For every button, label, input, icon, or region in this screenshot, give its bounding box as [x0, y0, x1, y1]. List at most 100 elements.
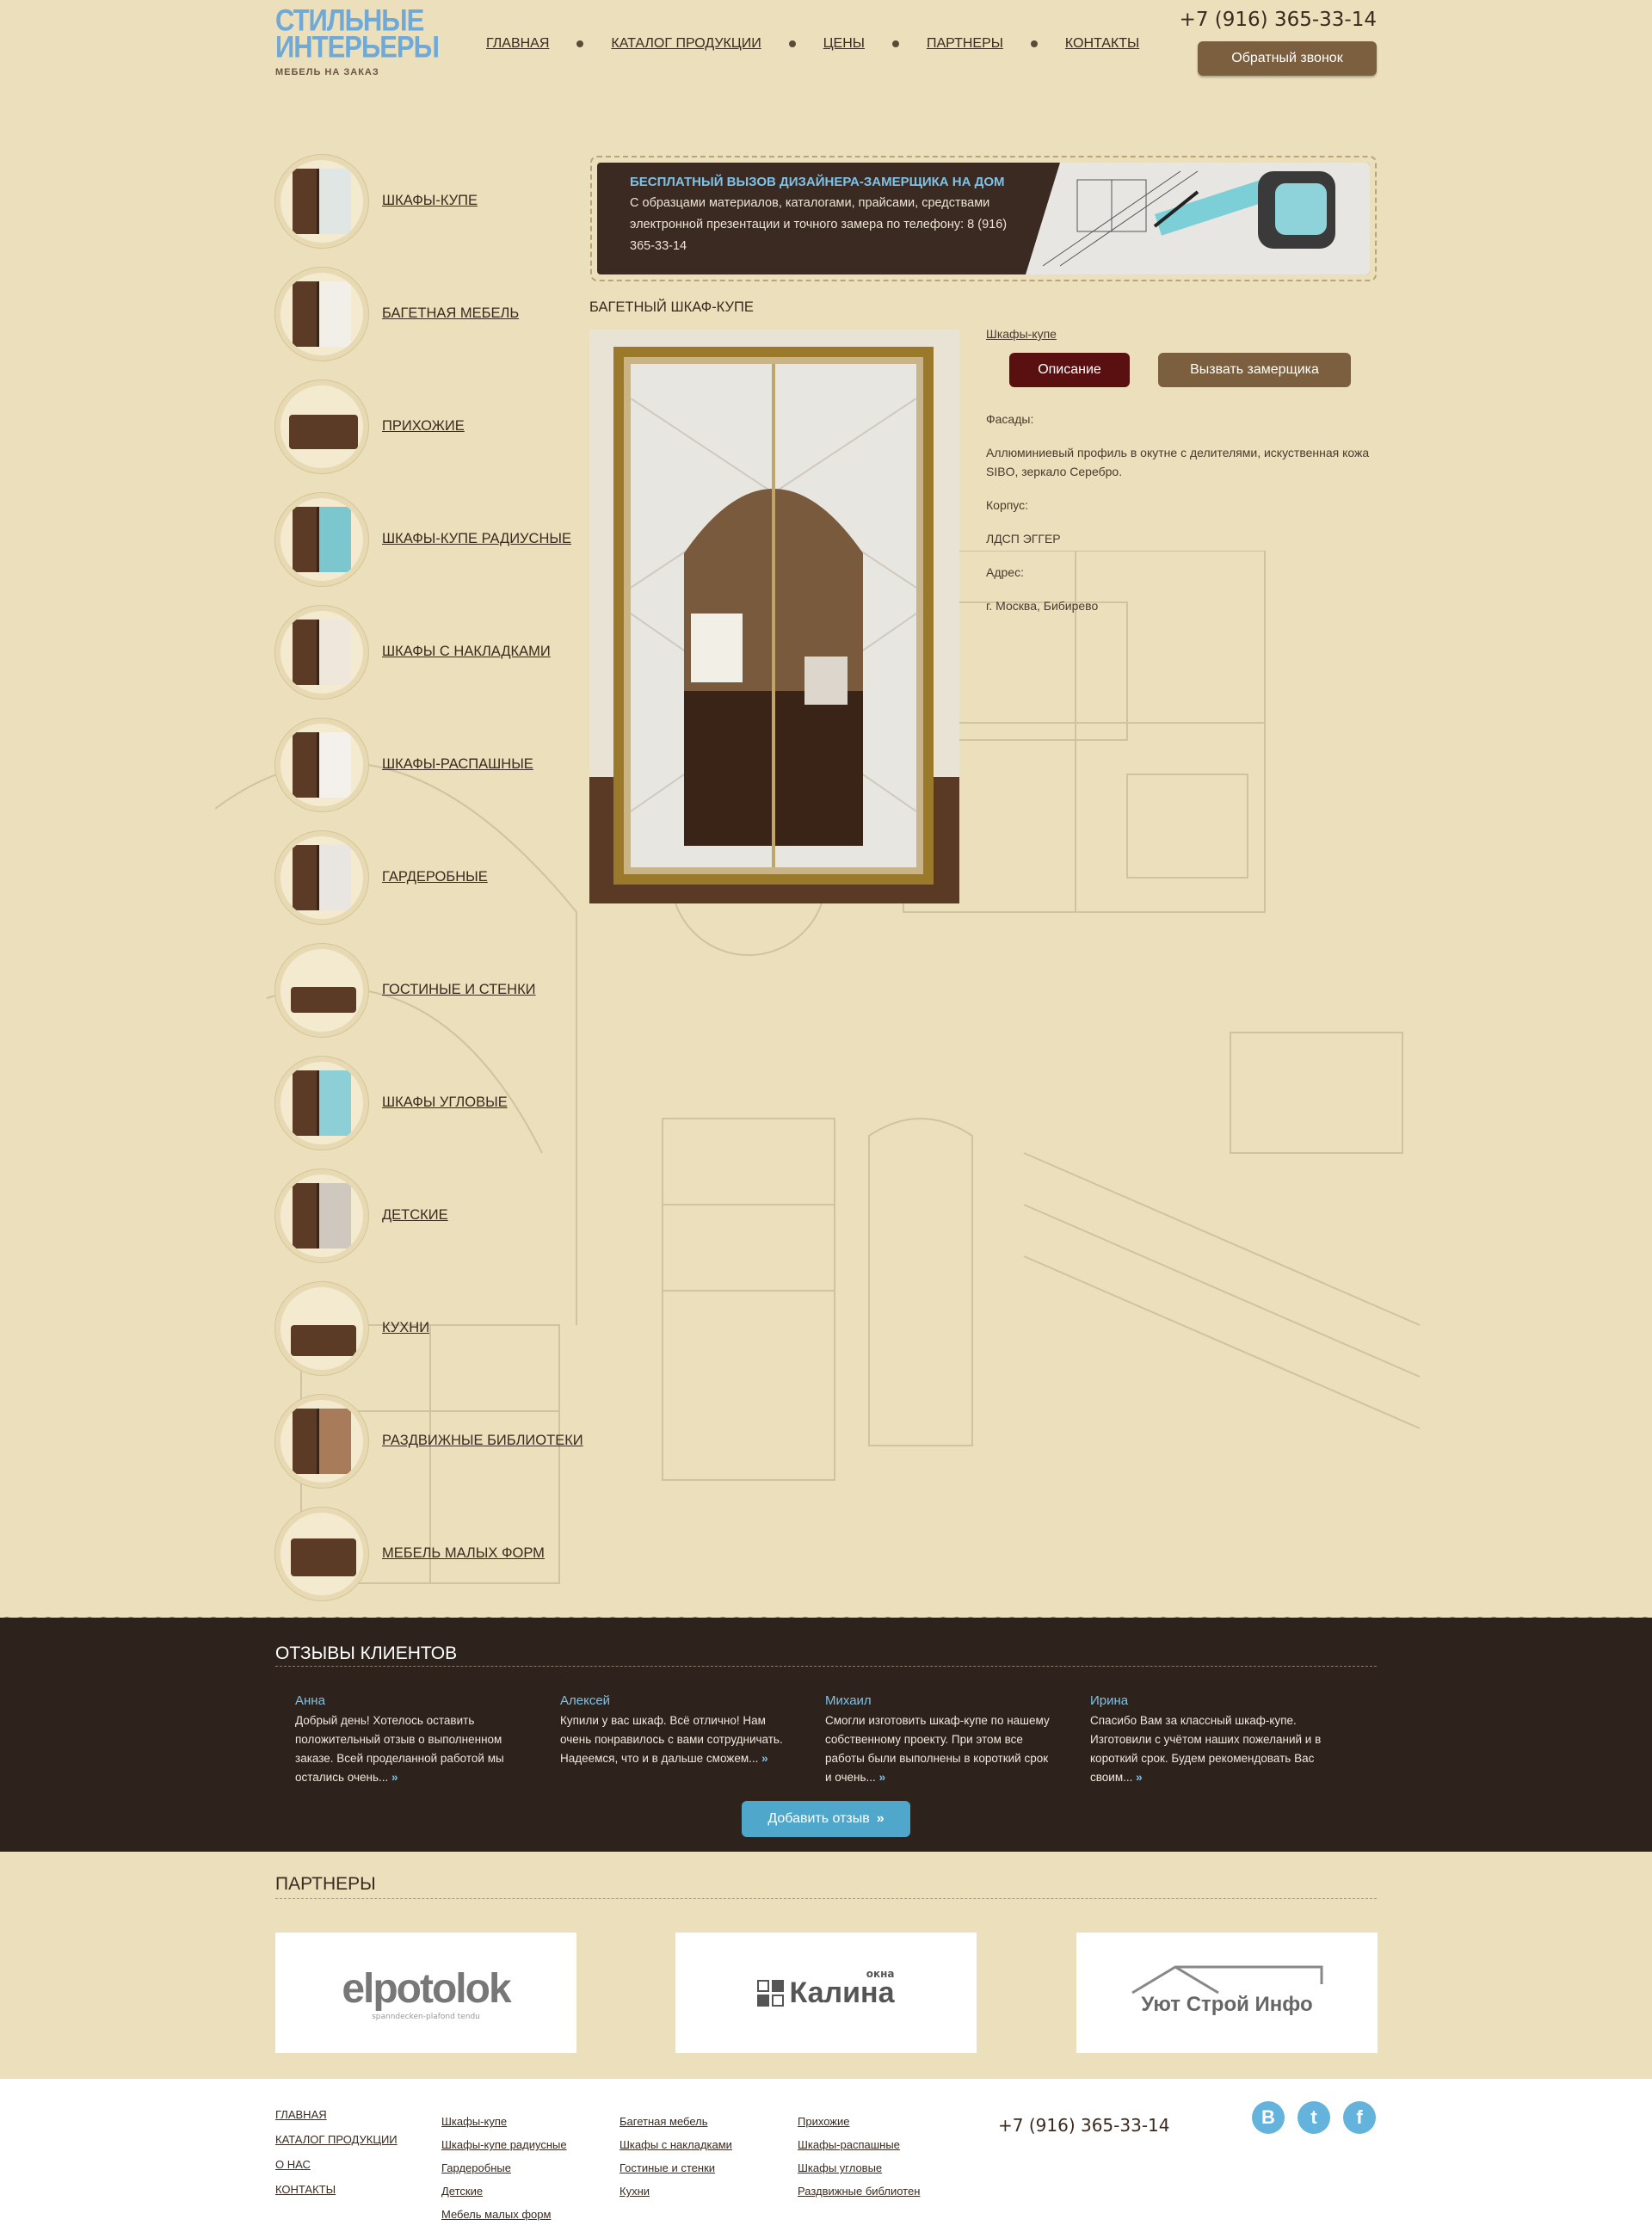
site-logo[interactable]: Стильные Интерьеры мебель на заказ — [275, 5, 440, 77]
category-dressing-rooms[interactable]: Гардеробные — [275, 821, 585, 934]
footer-link-home[interactable]: Главная — [275, 2108, 398, 2121]
product-photo[interactable] — [589, 330, 959, 903]
category-baguette[interactable]: Багетная мебель — [275, 257, 585, 370]
small-furniture-icon — [275, 1507, 368, 1600]
footer-link[interactable]: Раздвижные библиотен — [798, 2185, 920, 2198]
category-kitchens[interactable]: Кухни — [275, 1272, 585, 1384]
product-properties: Фасады: Аллюминиевый профиль в окутне с … — [986, 410, 1377, 615]
baguette-furniture-icon — [275, 267, 368, 361]
partner-name: Калина — [789, 1976, 895, 2009]
site-header: Стильные Интерьеры мебель на заказ Главн… — [275, 0, 1377, 95]
footer-link[interactable]: Детские — [441, 2185, 567, 2198]
main-nav: Главная Каталог продукции Цены Партнеры … — [486, 36, 1139, 52]
nav-catalog[interactable]: Каталог продукции — [611, 36, 761, 52]
header-phone[interactable]: +7 (916) 365-33-14 — [1180, 9, 1377, 31]
category-label[interactable]: Шкафы-распашные — [382, 756, 533, 773]
category-label[interactable]: Шкафы-купе радиусные — [382, 531, 571, 547]
footer-link[interactable]: Гардеробные — [441, 2161, 567, 2174]
product-tabs: Описание Вызвать замерщика — [1009, 353, 1377, 387]
banner-text: С образцами материалов, каталогами, прай… — [630, 196, 1008, 253]
category-label[interactable]: Багетная мебель — [382, 305, 519, 322]
review-card: Анна Добрый день! Хотелось оставить поло… — [295, 1693, 527, 1787]
kids-room-icon — [275, 1168, 368, 1262]
footer-phone[interactable]: +7 (916) 365-33-14 — [998, 2115, 1169, 2136]
dressing-room-icon — [275, 830, 368, 924]
wardrobe-icon — [275, 154, 368, 248]
nav-separator — [788, 40, 796, 47]
footer-link-contacts[interactable]: Контакты — [275, 2183, 398, 2196]
category-kids[interactable]: Детские — [275, 1159, 585, 1272]
body-label: Корпус: — [986, 498, 1029, 512]
category-living-rooms[interactable]: Гостиные и стенки — [275, 934, 585, 1046]
footer-link[interactable]: Шкафы-купе — [441, 2115, 567, 2128]
footer-link[interactable]: Шкафы угловые — [798, 2161, 920, 2174]
living-room-icon — [275, 943, 368, 1037]
site-footer: Главная Каталог продукции О нас Контакты… — [0, 2079, 1652, 2232]
footer-link[interactable]: Прихожие — [798, 2115, 920, 2128]
tab-description[interactable]: Описание — [1009, 353, 1130, 387]
footer-link[interactable]: Гостиные и стенки — [620, 2161, 732, 2174]
footer-link[interactable]: Мебель малых форм — [441, 2208, 567, 2221]
scallop-edge — [0, 1611, 1652, 1625]
nav-home[interactable]: Главная — [486, 36, 549, 52]
read-more-link[interactable]: » — [879, 1771, 886, 1784]
vk-icon[interactable]: В — [1252, 2101, 1285, 2134]
breadcrumb-wardrobes[interactable]: Шкафы-купе — [986, 327, 1057, 341]
footer-link[interactable]: Шкафы-купе радиусные — [441, 2138, 567, 2151]
category-label[interactable]: Детские — [382, 1207, 448, 1224]
category-radius-wardrobes[interactable]: Шкафы-купе радиусные — [275, 483, 585, 595]
footer-link[interactable]: Шкафы с накладками — [620, 2138, 732, 2151]
category-label[interactable]: Гардеробные — [382, 869, 488, 885]
category-wardrobes[interactable]: Шкафы-купе — [275, 145, 585, 257]
review-card: Михаил Смогли изготовить шкаф-купе по на… — [825, 1693, 1057, 1787]
footer-link-catalog[interactable]: Каталог продукции — [275, 2133, 398, 2146]
nav-partners[interactable]: Партнеры — [927, 36, 1003, 52]
hallway-icon — [275, 379, 368, 473]
nav-contacts[interactable]: Контакты — [1065, 36, 1139, 52]
reviews-section: Отзывы клиентов Анна Добрый день! Хотело… — [0, 1611, 1652, 1852]
category-overlay-wardrobes[interactable]: Шкафы с накладками — [275, 595, 585, 708]
review-author: Алексей — [560, 1693, 611, 1708]
category-label[interactable]: Раздвижные библиотеки — [382, 1433, 583, 1449]
twitter-icon[interactable]: t — [1298, 2101, 1330, 2134]
footer-link[interactable]: Шкафы-распашные — [798, 2138, 920, 2151]
category-label[interactable]: Прихожие — [382, 418, 465, 435]
category-sliding-libraries[interactable]: Раздвижные библиотеки — [275, 1384, 585, 1497]
category-small-furniture[interactable]: Мебель малых форм — [275, 1497, 585, 1610]
add-review-button[interactable]: Добавить отзыв » — [742, 1801, 910, 1837]
product-details: Шкафы-купе Описание Вызвать замерщика Фа… — [986, 327, 1377, 615]
call-measurer-button[interactable]: Вызвать замерщика — [1158, 353, 1351, 387]
read-more-link[interactable]: » — [1136, 1771, 1143, 1784]
designer-banner[interactable]: БЕСПЛАТНЫЙ ВЫЗОВ ДИЗАЙНЕРА-ЗАМЕРЩИКА НА … — [590, 156, 1377, 281]
partner-logo-kalina[interactable]: окна Калина — [675, 1933, 977, 2053]
category-label[interactable]: Шкафы угловые — [382, 1094, 508, 1111]
review-text: Спасибо Вам за классный шкаф-купе. Изгот… — [1090, 1714, 1322, 1784]
facades-value: Аллюминиевый профиль в окутне с делителя… — [986, 446, 1370, 478]
sliding-library-icon — [275, 1394, 368, 1488]
category-label[interactable]: Мебель малых форм — [382, 1545, 545, 1562]
footer-link[interactable]: Багетная мебель — [620, 2115, 732, 2128]
read-more-link[interactable]: » — [391, 1771, 398, 1784]
category-label[interactable]: Шкафы с накладками — [382, 644, 551, 660]
partner-sub: окна — [866, 1967, 895, 1980]
nav-prices[interactable]: Цены — [823, 36, 865, 52]
partner-logo-uyut[interactable]: Уют Строй Инфо — [1076, 1933, 1378, 2053]
measuring-tape-image — [1026, 163, 1370, 274]
partner-logo-elpotolok[interactable]: elpotolok spanndecken-plafond tendu — [275, 1933, 576, 2053]
body-value: ЛДСП ЭГГЕР — [986, 532, 1061, 546]
category-label[interactable]: Шкафы-купе — [382, 193, 478, 209]
footer-link[interactable]: Кухни — [620, 2185, 732, 2198]
category-label[interactable]: Кухни — [382, 1320, 429, 1336]
callback-button[interactable]: Обратный звонок — [1198, 41, 1377, 76]
review-text: Купили у вас шкаф. Всё отлично! Нам очен… — [560, 1714, 783, 1765]
read-more-link[interactable]: » — [761, 1752, 768, 1765]
product-title: Багетный шкаф-купе — [589, 299, 754, 315]
category-label[interactable]: Гостиные и стенки — [382, 982, 536, 998]
category-corner-wardrobes[interactable]: Шкафы угловые — [275, 1046, 585, 1159]
category-swing-wardrobes[interactable]: Шкафы-распашные — [275, 708, 585, 821]
nav-separator — [891, 40, 899, 47]
footer-link-about[interactable]: О нас — [275, 2158, 398, 2171]
category-hallways[interactable]: Прихожие — [275, 370, 585, 483]
swing-wardrobe-icon — [275, 718, 368, 811]
facebook-icon[interactable]: f — [1343, 2101, 1376, 2134]
